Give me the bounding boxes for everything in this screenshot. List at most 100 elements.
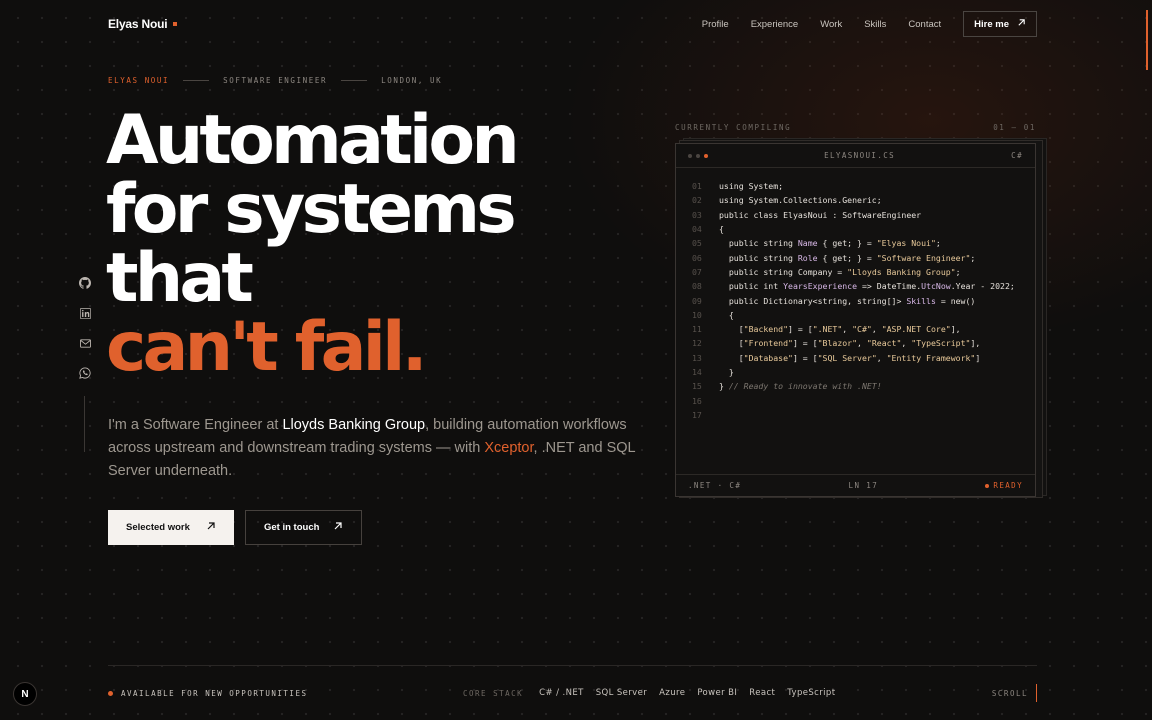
code-line: 10 {	[676, 308, 1035, 322]
code-text: public Dictionary<string, string[]> Skil…	[719, 295, 976, 306]
window-dot-active	[704, 153, 708, 158]
code-line: 15 } // Ready to innovate with .NET!	[676, 379, 1035, 393]
line-number: 09	[692, 295, 702, 306]
code-line: 06 public string Role { get; } = "Softwa…	[676, 250, 1035, 264]
line-number: 05	[692, 238, 702, 249]
whatsapp-icon[interactable]	[79, 366, 91, 380]
eyebrow-role: SOFTWARE ENGINEER	[223, 76, 328, 85]
line-number: 04	[692, 224, 702, 235]
availability-label: AVAILABLE FOR NEW OPPORTUNITIES	[121, 688, 308, 698]
line-number: 03	[692, 209, 702, 220]
n-badge-button[interactable]: N	[13, 682, 37, 706]
code-text: }	[719, 367, 734, 377]
hero-eyebrow: ELYAS NOUI SOFTWARE ENGINEER LONDON, UK	[108, 76, 442, 85]
scrollbar-thumb[interactable]	[1146, 10, 1148, 70]
hero-headline: Automation for systems that can't fail.	[106, 101, 520, 387]
scroll-indicator[interactable]: SCROLL	[992, 684, 1037, 702]
intro-company: Lloyds Banking Group	[282, 417, 426, 433]
mail-icon[interactable]	[79, 336, 91, 350]
window-dot	[688, 153, 692, 158]
eyebrow-divider	[183, 80, 210, 81]
availability-status: AVAILABLE FOR NEW OPPORTUNITIES	[108, 689, 463, 698]
code-line: 17	[676, 408, 1035, 422]
line-number: 15	[692, 381, 702, 392]
editor-caption: CURRENTLY COMPILING 01 — 01	[675, 123, 1036, 132]
code-line: 09 public Dictionary<string, string[]> S…	[676, 293, 1035, 307]
code-text: {	[719, 224, 724, 235]
stack-item: C# / .NET	[539, 688, 584, 698]
brand-name: Elyas Noui	[108, 17, 168, 31]
hero-intro: I'm a Software Engineer at Lloyds Bankin…	[108, 414, 638, 483]
code-line: 04 {	[676, 222, 1035, 236]
code-editor-window: ELYASNOUI.CS C# 01 using System; 02 using S…	[675, 143, 1036, 497]
github-icon[interactable]	[79, 276, 91, 290]
editor-language: C#	[1011, 151, 1023, 160]
headline-line-2: for systems	[106, 170, 517, 249]
social-divider-line	[84, 396, 85, 452]
code-line: 12 ["Frontend"] = ["Blazor", "React", "T…	[676, 336, 1035, 350]
stack-item: TypeScript	[787, 688, 836, 698]
intro-tool-link[interactable]: Xceptor	[484, 440, 533, 456]
line-number: 13	[692, 352, 702, 363]
code-text: public string Name { get; } = "Elyas Nou…	[719, 238, 941, 249]
arrow-up-right-icon	[206, 521, 216, 534]
line-number: 11	[692, 324, 702, 335]
eyebrow-name: ELYAS NOUI	[108, 76, 170, 85]
line-number: 08	[692, 281, 702, 292]
footer-bar: AVAILABLE FOR NEW OPPORTUNITIES CORE STA…	[108, 684, 1037, 702]
code-text: } // Ready to innovate with .NET!	[719, 381, 882, 392]
brand-logo[interactable]: Elyas Noui	[108, 17, 178, 31]
code-text: ["Frontend"] = ["Blazor", "React", "Type…	[719, 338, 981, 349]
code-text: public string Role { get; } = "Software …	[719, 252, 976, 263]
code-text: using System.Collections.Generic;	[719, 195, 882, 206]
intro-part-1: I'm a Software Engineer at	[108, 417, 283, 433]
hire-me-button[interactable]: Hire me	[963, 11, 1037, 37]
code-text: using System;	[719, 181, 784, 192]
footer-divider	[108, 665, 1037, 666]
editor-status: READY	[985, 481, 1023, 490]
editor-caption-label: CURRENTLY COMPILING	[675, 123, 792, 132]
nav-link-experience[interactable]: Experience	[751, 19, 799, 30]
line-number: 10	[692, 309, 702, 320]
code-line: 03 public class ElyasNoui : SoftwareEngin…	[676, 208, 1035, 222]
nav-link-work[interactable]: Work	[820, 19, 842, 30]
code-text: public string Company = "Lloyds Banking …	[719, 266, 961, 277]
stack-item: Power BI	[697, 688, 738, 698]
nav-link-skills[interactable]: Skills	[864, 19, 886, 30]
window-controls	[688, 153, 708, 158]
social-links	[79, 276, 91, 380]
editor-caption-counter: 01 — 01	[993, 123, 1036, 132]
code-line: 02 using System.Collections.Generic;	[676, 193, 1035, 207]
line-number: 17	[692, 409, 702, 420]
line-number: 16	[692, 395, 702, 406]
core-stack-label: CORE STACK	[463, 688, 524, 698]
line-number: 14	[692, 367, 702, 377]
selected-work-label: Selected work	[126, 522, 190, 533]
selected-work-button[interactable]: Selected work	[108, 510, 234, 545]
editor-footer-stack: .NET · C#	[688, 481, 742, 490]
code-line: 13 ["Database"] = ["SQL Server", "Entity…	[676, 351, 1035, 365]
eyebrow-location: LONDON, UK	[381, 76, 443, 85]
editor-status-label: READY	[993, 481, 1023, 490]
hire-me-label: Hire me	[974, 18, 1009, 30]
stack-item: Azure	[659, 688, 686, 698]
nav-link-profile[interactable]: Profile	[702, 19, 729, 30]
headline-line-1: Automation	[106, 101, 520, 180]
nav-link-contact[interactable]: Contact	[908, 19, 941, 30]
editor-filename: ELYASNOUI.CS	[824, 151, 896, 160]
core-stack: CORE STACK C# / .NET SQL Server Azure Po…	[463, 688, 992, 698]
headline-accent: can't fail.	[106, 308, 428, 387]
n-badge-label: N	[21, 688, 29, 700]
linkedin-icon[interactable]	[79, 306, 91, 320]
get-in-touch-button[interactable]: Get in touch	[245, 510, 362, 545]
line-number: 02	[692, 195, 702, 206]
status-dot-icon	[108, 690, 113, 696]
code-line: 05 public string Name { get; } = "Elyas …	[676, 236, 1035, 250]
window-dot	[696, 153, 700, 158]
code-body: 01 using System; 02 using System.Collection…	[676, 179, 1035, 422]
headline-line-3: that	[106, 239, 254, 318]
brand-dot	[173, 22, 178, 26]
nav-links: Profile Experience Work Skills Contact H…	[702, 11, 1037, 37]
code-line: 08 public int YearsExperience => DateTim…	[676, 279, 1035, 293]
stack-item: SQL Server	[595, 688, 648, 698]
